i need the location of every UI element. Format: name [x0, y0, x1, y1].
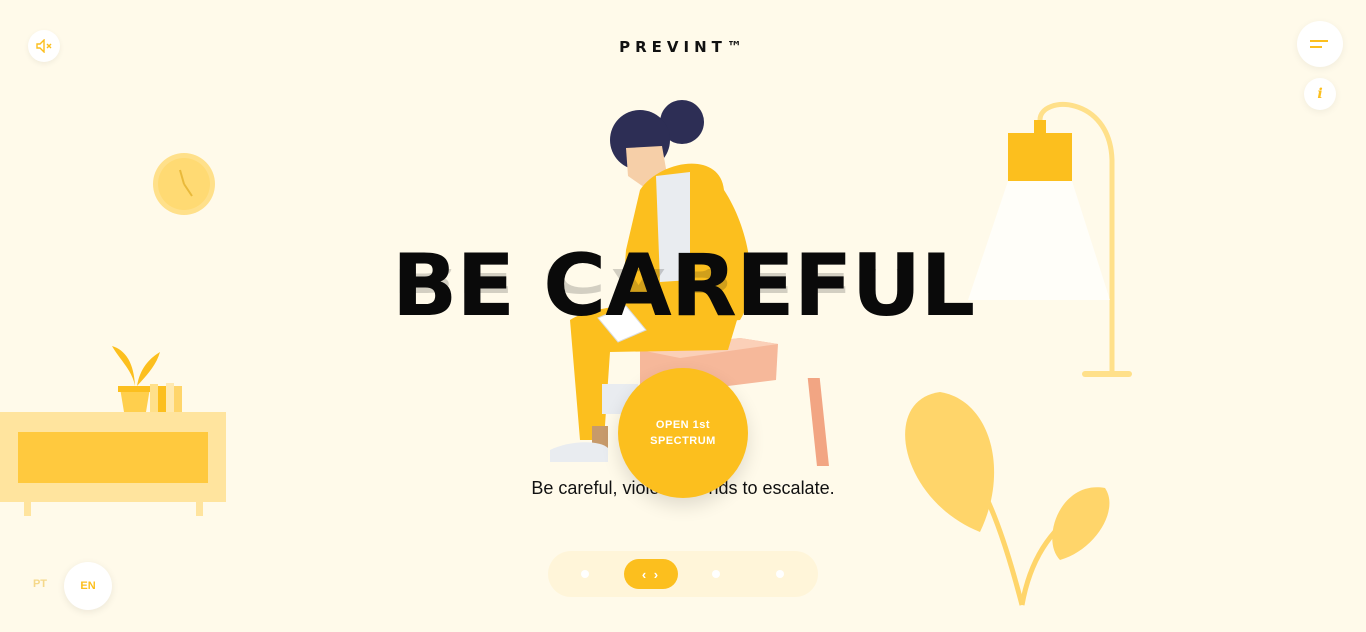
language-pt-button[interactable]: PT: [22, 566, 58, 602]
language-en-button[interactable]: EN: [64, 562, 112, 610]
page-title: BE CAREFUL: [391, 236, 975, 336]
clock-icon: [153, 153, 215, 215]
pager-active-handle[interactable]: ‹ ›: [624, 559, 678, 589]
pager-dot[interactable]: [581, 570, 589, 578]
menu-icon: [1310, 40, 1328, 48]
open-spectrum-button[interactable]: OPEN 1st SPECTRUM: [618, 368, 748, 498]
menu-button[interactable]: [1297, 21, 1343, 67]
pager-dot[interactable]: [712, 570, 720, 578]
open-spectrum-label: OPEN 1st SPECTRUM: [650, 419, 716, 447]
brand-logo[interactable]: PREVINT™: [0, 38, 1366, 56]
pager-dot[interactable]: [776, 570, 784, 578]
info-button[interactable]: i: [1304, 78, 1336, 110]
